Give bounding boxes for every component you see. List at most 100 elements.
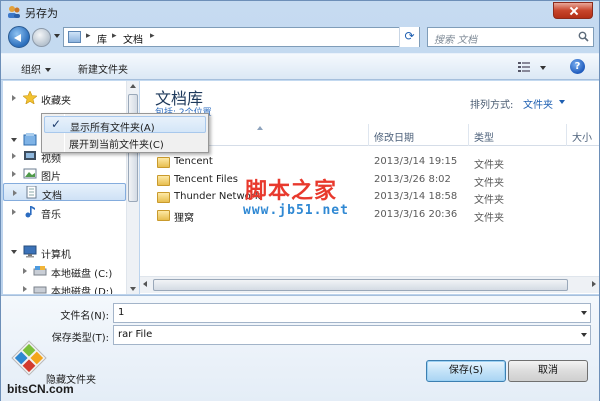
collapse-icon[interactable] xyxy=(11,250,17,254)
save-form: 文件名(N): 1 保存类型(T): rar File 隐藏文件夹 保存(S) … xyxy=(1,295,599,401)
address-row: ▸ 库 ▸ 文档 ▸ ⟳ 搜索 文档 xyxy=(1,23,599,51)
column-type[interactable]: 类型 xyxy=(474,129,494,144)
cancel-button[interactable]: 取消 xyxy=(508,360,588,382)
sidebar-item-label: 本地磁盘 (D:) xyxy=(51,287,114,294)
sidebar-item-music[interactable]: 音乐 xyxy=(3,203,126,221)
arrange-by-dropdown[interactable]: 文件夹 xyxy=(523,96,553,111)
organize-label: 组织 xyxy=(21,65,41,76)
expand-icon[interactable] xyxy=(12,171,16,177)
video-icon xyxy=(24,151,36,160)
file-modified: 2013/3/14 18:58 xyxy=(374,191,458,202)
search-icon[interactable] xyxy=(578,31,589,42)
checkmark-icon: ✓ xyxy=(51,117,62,131)
table-row[interactable]: Tencent 2013/3/14 19:15 文件夹 xyxy=(154,154,594,171)
users-icon xyxy=(8,6,20,18)
expand-icon[interactable] xyxy=(13,190,17,196)
watermark-text: 脚本之家 xyxy=(245,178,338,204)
organize-button[interactable]: 组织 xyxy=(21,61,51,76)
file-modified: 2013/3/14 19:15 xyxy=(374,156,458,167)
filetype-value: rar File xyxy=(118,329,153,340)
table-row[interactable]: Tencent Files 2013/3/26 8:02 文件夹 xyxy=(154,172,594,189)
menu-item-show-all-folders[interactable]: ✓ 显示所有文件夹(A) xyxy=(44,116,206,134)
folder-icon xyxy=(157,175,170,186)
document-icon xyxy=(26,186,37,199)
sidebar-item-pictures[interactable]: 图片 xyxy=(3,165,126,183)
drive-icon xyxy=(33,266,47,276)
chevron-down-icon[interactable] xyxy=(581,311,587,315)
file-name: Tencent Files xyxy=(174,174,238,185)
sidebar-item-label: 图片 xyxy=(41,172,61,183)
expand-icon[interactable] xyxy=(23,286,27,292)
title-bar: 另存为 xyxy=(1,1,599,23)
sidebar-item-drive-d[interactable]: 本地磁盘 (D:) xyxy=(3,280,126,294)
sidebar-item-computer[interactable]: 计算机 xyxy=(3,243,126,261)
save-button[interactable]: 保存(S) xyxy=(426,360,506,382)
column-size[interactable]: 大小 xyxy=(572,129,592,144)
table-row[interactable]: Thunder Network 2013/3/14 18:58 文件夹 xyxy=(154,189,594,206)
expand-icon[interactable] xyxy=(12,153,16,159)
scrollbar-thumb[interactable] xyxy=(153,279,568,291)
sidebar-item-documents[interactable]: 文档 xyxy=(3,183,126,202)
view-options-icon[interactable] xyxy=(518,62,530,72)
file-type: 文件夹 xyxy=(474,213,504,224)
sidebar-item-favorites[interactable]: 收藏夹 xyxy=(3,89,126,107)
expand-icon[interactable] xyxy=(23,268,27,274)
sort-ascending-icon xyxy=(257,126,263,130)
drive-icon xyxy=(33,286,47,294)
folder-icon xyxy=(157,192,170,203)
scroll-right-icon[interactable] xyxy=(592,281,596,287)
expand-icon[interactable] xyxy=(12,95,16,101)
breadcrumb-documents[interactable]: 文档 xyxy=(123,31,143,46)
back-button[interactable] xyxy=(8,26,30,48)
sidebar-item-label: 文档 xyxy=(42,191,62,202)
breadcrumb-chevron-icon[interactable]: ▸ xyxy=(112,31,117,41)
filename-label: 文件名(N): xyxy=(60,311,109,322)
file-name: 狸窝 xyxy=(174,213,194,224)
scroll-left-icon[interactable] xyxy=(143,281,147,287)
library-icon xyxy=(68,31,81,43)
refresh-icon[interactable]: ⟳ xyxy=(399,27,419,47)
filetype-select[interactable]: rar File xyxy=(113,325,591,345)
recent-pages-dropdown[interactable] xyxy=(54,34,60,38)
collapse-icon[interactable] xyxy=(11,138,17,142)
star-icon xyxy=(23,91,37,104)
navigation-context-menu: ✓ 显示所有文件夹(A) 展开到当前文件夹(C) xyxy=(41,113,209,153)
view-dropdown[interactable] xyxy=(540,66,546,70)
help-icon[interactable]: ? xyxy=(570,59,585,74)
breadcrumb-chevron-icon[interactable]: ▸ xyxy=(86,31,91,41)
table-row[interactable]: 狸窝 2013/3/16 20:36 文件夹 xyxy=(154,207,594,224)
watermark-url: www.jb51.net xyxy=(243,203,349,218)
forward-button[interactable] xyxy=(32,28,51,47)
close-button[interactable] xyxy=(553,2,593,19)
file-type: 文件夹 xyxy=(474,178,504,189)
search-placeholder: 搜索 文档 xyxy=(434,35,478,46)
filename-value: 1 xyxy=(118,307,125,318)
column-divider[interactable] xyxy=(468,124,469,146)
sidebar-item-label: 计算机 xyxy=(41,250,71,261)
chevron-down-icon[interactable] xyxy=(559,100,565,104)
new-folder-button[interactable]: 新建文件夹 xyxy=(78,61,128,76)
sidebar-item-drive-c[interactable]: 本地磁盘 (C:) xyxy=(3,262,126,280)
expand-icon[interactable] xyxy=(12,209,16,215)
music-icon xyxy=(25,206,35,218)
command-bar: 组织 新建文件夹 ? xyxy=(1,53,599,80)
scroll-down-icon[interactable] xyxy=(130,287,136,291)
file-name: Tencent xyxy=(174,156,213,167)
breadcrumb-library[interactable]: 库 xyxy=(97,31,107,46)
search-input[interactable]: 搜索 文档 xyxy=(427,27,594,47)
filename-input[interactable]: 1 xyxy=(113,303,591,323)
column-divider[interactable] xyxy=(368,124,369,146)
column-divider[interactable] xyxy=(566,124,567,146)
scroll-up-icon[interactable] xyxy=(130,84,136,88)
picture-icon xyxy=(23,168,37,179)
chevron-down-icon[interactable] xyxy=(581,333,587,337)
sidebar-item-label: 收藏夹 xyxy=(41,96,71,107)
library-icon xyxy=(23,133,37,146)
column-modified[interactable]: 修改日期 xyxy=(374,129,414,144)
horizontal-scrollbar[interactable] xyxy=(140,276,599,293)
address-bar[interactable]: ▸ 库 ▸ 文档 ▸ xyxy=(63,27,456,47)
menu-item-expand-to-current[interactable]: 展开到当前文件夹(C) xyxy=(44,134,206,151)
breadcrumb-chevron-icon[interactable]: ▸ xyxy=(150,31,155,41)
bitscn-watermark: bitsCN.com xyxy=(7,382,74,396)
folder-icon xyxy=(157,210,170,221)
